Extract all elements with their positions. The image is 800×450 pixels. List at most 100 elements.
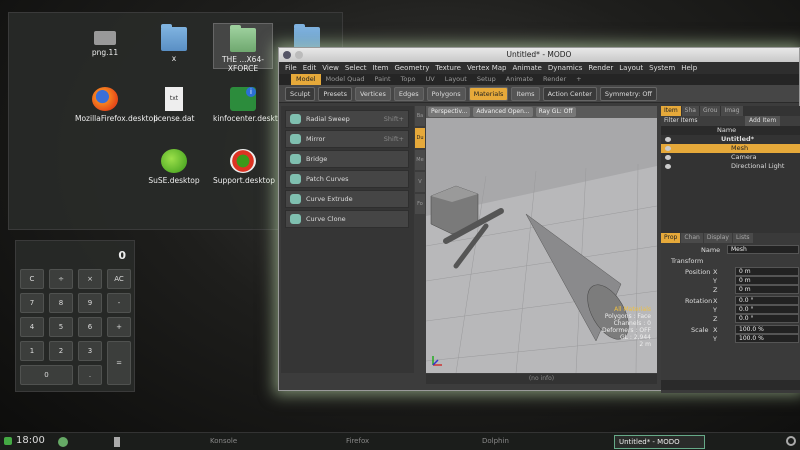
calc-plus-button[interactable]: + [107,317,131,337]
vertices-button[interactable]: Vertices [354,86,391,101]
vtab-fo[interactable]: Fo [415,194,425,214]
menu-vertex-map[interactable]: Vertex Map [467,62,513,74]
filter-items-field[interactable]: Filter Items [664,116,698,126]
window-titlebar[interactable]: Untitled* - MODO [279,48,799,62]
calc-multiply-button[interactable]: × [78,269,102,289]
menu-texture[interactable]: Texture [435,62,467,74]
rotation-y-field[interactable]: 0.0 ° [735,305,799,314]
desktop-icon-x[interactable]: x [144,24,204,63]
shading-dropdown[interactable]: Advanced Open... [473,107,533,117]
calc-6-button[interactable]: 6 [78,317,102,337]
calc-2-button[interactable]: 2 [49,341,73,361]
patch-curves-tool[interactable]: Patch Curves [285,170,409,188]
tab-shader-tree[interactable]: Sha [681,106,699,116]
tab-paint[interactable]: Paint [369,74,395,85]
calc-equals-button[interactable]: = [107,341,131,385]
scale-y-field[interactable]: 100.0 % [735,334,799,343]
position-y-field[interactable]: 0 m [735,276,799,285]
list-item-untitled[interactable]: Untitled* [661,135,800,144]
vtab-mesh-edit[interactable]: Me [415,150,425,170]
app-launcher-icon[interactable] [4,437,12,445]
tab-item-list[interactable]: Item [661,106,681,116]
menu-select[interactable]: Select [345,62,373,74]
items-button[interactable]: Items [511,86,540,101]
name-field[interactable]: Mesh [727,245,799,254]
power-icon[interactable] [786,436,796,446]
tab-images[interactable]: Imag [721,106,743,116]
curve-clone-tool[interactable]: Curve Clone [285,210,409,228]
menu-geometry[interactable]: Geometry [394,62,435,74]
window-menu-icon[interactable] [283,51,291,59]
presets-button[interactable]: Presets [318,86,352,101]
ray-gl-toggle[interactable]: Ray GL: Off [535,107,576,117]
task-modo[interactable]: Untitled* - MODO [614,435,705,449]
edges-button[interactable]: Edges [393,86,424,101]
vtab-duplicate[interactable]: Du [415,128,425,148]
menu-help[interactable]: Help [681,62,703,74]
tab-layout[interactable]: Layout [440,74,472,85]
calc-clear-button[interactable]: C [20,269,44,289]
symmetry-dropdown[interactable]: Symmetry: Off [599,86,657,101]
desktop-icon-xforce[interactable]: THE ...X64-XFORCE [213,23,273,73]
tab-lists[interactable]: Lists [732,233,753,243]
list-item-mesh[interactable]: Mesh [661,144,800,153]
3d-viewport[interactable]: Perspectiv... Advanced Open... Ray GL: O… [426,106,657,373]
desktop-icon-kinfocenter[interactable]: i kinfocenter.desktop [213,87,287,123]
tab-animate[interactable]: Animate [501,74,538,85]
visibility-eye-icon[interactable] [665,154,671,160]
tab-properties[interactable]: Prop [661,233,681,243]
visibility-eye-icon[interactable] [665,163,671,169]
calc-allclear-button[interactable]: AC [107,269,131,289]
position-x-field[interactable]: 0 m [735,267,799,276]
desktop-icon-png11[interactable]: png.11 [75,27,135,57]
calc-9-button[interactable]: 9 [78,293,102,313]
task-dolphin[interactable]: Dolphin [482,437,509,445]
tab-display[interactable]: Display [703,233,732,243]
task-konsole[interactable]: Konsole [210,437,237,445]
mirror-tool[interactable]: Mirror Shift+ [285,130,409,148]
sculpt-button[interactable]: Sculpt [285,86,316,101]
tab-topo[interactable]: Topo [396,74,421,85]
calc-4-button[interactable]: 4 [20,317,44,337]
menu-edit[interactable]: Edit [303,62,323,74]
desktop-icon-support[interactable]: Support.desktop [213,149,275,185]
calc-5-button[interactable]: 5 [49,317,73,337]
materials-button[interactable]: Materials [468,86,509,101]
suse-tray-icon[interactable] [58,437,68,447]
menu-view[interactable]: View [322,62,345,74]
view-dropdown[interactable]: Perspectiv... [428,107,471,117]
tab-add[interactable]: + [571,74,586,85]
transform-section[interactable]: Transform [671,257,703,265]
bluetooth-icon[interactable] [114,437,120,447]
task-firefox[interactable]: Firefox [346,437,369,445]
calc-7-button[interactable]: 7 [20,293,44,313]
tab-render[interactable]: Render [538,74,571,85]
rotation-x-field[interactable]: 0.0 ° [735,296,799,305]
vtab-vertex[interactable]: V [415,172,425,192]
tab-groups[interactable]: Grou [699,106,721,116]
action-center-dropdown[interactable]: Action Center [542,86,597,101]
menu-dynamics[interactable]: Dynamics [548,62,589,74]
desktop-icon-firefox[interactable]: MozillaFirefox.desktop [75,87,158,123]
curve-extrude-tool[interactable]: Curve Extrude [285,190,409,208]
calc-0-button[interactable]: 0 [20,365,73,385]
scale-x-field[interactable]: 100.0 % [735,325,799,334]
position-z-field[interactable]: 0 m [735,285,799,294]
command-line[interactable] [661,380,800,390]
menu-render[interactable]: Render [588,62,619,74]
calc-minus-button[interactable]: - [107,293,131,313]
calc-3-button[interactable]: 3 [78,341,102,361]
bridge-tool[interactable]: Bridge [285,150,409,168]
desktop-icon-suse[interactable]: SuSE.desktop [144,149,204,185]
clock[interactable]: 18:00 [16,435,45,446]
menu-animate[interactable]: Animate [512,62,547,74]
tab-model-quad[interactable]: Model Quad [321,74,370,85]
menu-item[interactable]: Item [373,62,395,74]
tab-setup[interactable]: Setup [472,74,501,85]
rotation-z-field[interactable]: 0.0 ° [735,314,799,323]
list-item-light[interactable]: Directional Light [661,162,800,171]
menu-layout[interactable]: Layout [619,62,649,74]
desktop-icon-license[interactable]: txt license.dat [144,87,204,123]
menu-file[interactable]: File [285,62,303,74]
calc-decimal-button[interactable]: . [78,365,102,385]
